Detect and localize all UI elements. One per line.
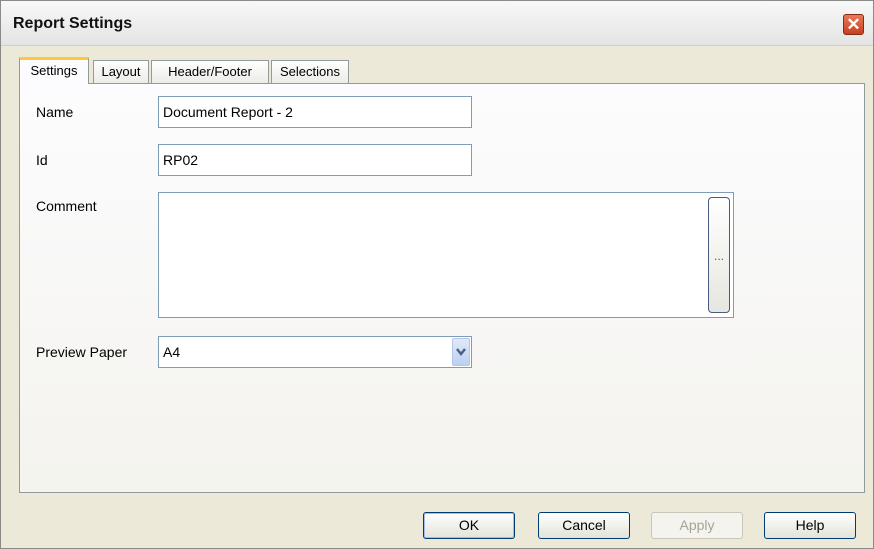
dropdown-arrow[interactable]	[452, 338, 470, 366]
preview-paper-select[interactable]: A4	[158, 336, 472, 368]
cancel-button[interactable]: Cancel	[538, 512, 630, 539]
comment-browse-button[interactable]: ...	[708, 197, 730, 313]
tab-settings-label: Settings	[30, 63, 78, 78]
chevron-down-icon	[456, 348, 466, 357]
preview-paper-label: Preview Paper	[36, 344, 128, 360]
name-input[interactable]: Document Report - 2	[158, 96, 472, 128]
title-bar[interactable]: Report Settings ✕	[1, 1, 873, 46]
tab-selections-label: Selections	[280, 64, 340, 79]
name-label: Name	[36, 104, 74, 120]
comment-label: Comment	[36, 198, 97, 214]
help-button[interactable]: Help	[764, 512, 856, 539]
close-button[interactable]: ✕	[843, 14, 864, 35]
comment-textarea[interactable]	[158, 192, 734, 318]
id-label: Id	[36, 152, 48, 168]
tab-selections[interactable]: Selections	[271, 60, 349, 83]
tab-layout-label: Layout	[101, 64, 141, 79]
tab-layout[interactable]: Layout	[93, 60, 149, 83]
tab-header-footer-label: Header/Footer	[168, 64, 252, 79]
close-icon: ✕	[846, 15, 861, 34]
apply-button[interactable]: Apply	[651, 512, 743, 539]
window-title: Report Settings	[13, 15, 133, 32]
tab-header-footer[interactable]: Header/Footer	[151, 60, 269, 83]
tab-settings[interactable]: Settings	[19, 57, 89, 84]
ok-button[interactable]: OK	[423, 512, 515, 539]
settings-panel: Name Document Report - 2 Id RP02 Comment…	[19, 83, 865, 493]
report-settings-dialog: Report Settings ✕ Settings Layout Header…	[0, 0, 874, 549]
preview-paper-value: A4	[163, 344, 181, 360]
id-input[interactable]: RP02	[158, 144, 472, 176]
